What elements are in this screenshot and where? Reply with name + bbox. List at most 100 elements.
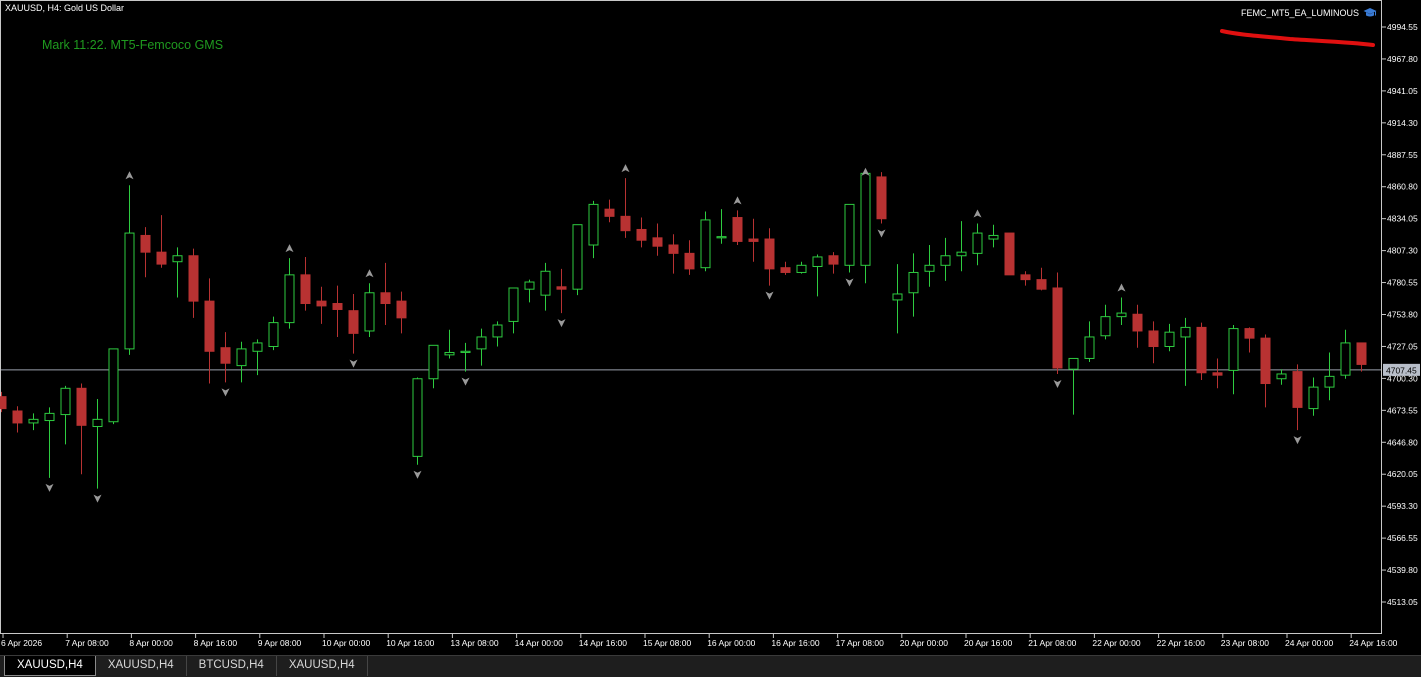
bearish-candle-body (1004, 232, 1015, 276)
bullish-candle-body (508, 287, 519, 322)
candle (188, 248, 199, 318)
candle (236, 341, 247, 383)
candle (828, 252, 839, 274)
bullish-candle-body (956, 251, 967, 257)
bullish-candle-body (940, 255, 951, 266)
candle (1340, 329, 1351, 379)
bearish-candle-body (1036, 279, 1047, 290)
chart-tab[interactable]: XAUUSD,H4 (277, 656, 368, 676)
y-axis-tick-label: 4967.80 (1387, 54, 1418, 64)
fractal-up-arrow (733, 196, 742, 205)
bullish-candle-body (1340, 342, 1351, 376)
candle (668, 234, 679, 274)
bullish-candle-body (428, 344, 439, 380)
bullish-candle-body (908, 271, 919, 294)
bearish-candle-body (556, 286, 567, 290)
chart-tab[interactable]: XAUUSD,H4 (96, 656, 187, 676)
y-axis-tick-label: 4834.05 (1387, 214, 1418, 224)
x-axis-tick-label: 16 Apr 00:00 (707, 638, 755, 648)
candle (1036, 267, 1047, 291)
candle (684, 240, 695, 275)
expert-advisor-name: FEMC_MT5_EA_LUMINOUS (1240, 7, 1359, 18)
bullish-candle-body (252, 342, 263, 352)
bullish-candle-body (1084, 336, 1095, 359)
candle (332, 285, 343, 337)
bearish-candle-body (188, 255, 199, 302)
bearish-candle-body (0, 396, 7, 410)
bearish-candle-body (876, 176, 887, 220)
candle (76, 383, 87, 475)
bearish-candle-body (332, 303, 343, 310)
bearish-candle-body (204, 300, 215, 352)
bullish-candle-body (1324, 375, 1335, 388)
fractal-up-arrow (285, 244, 294, 253)
candle (412, 377, 423, 465)
fractal-up-arrow (973, 209, 982, 218)
candle (1212, 358, 1223, 389)
candle (780, 261, 791, 275)
x-axis-tick-label: 6 Apr 2026 (1, 638, 42, 648)
candle (1100, 304, 1111, 340)
x-axis-tick-label: 24 Apr 16:00 (1349, 638, 1397, 648)
x-axis-tick-label: 14 Apr 16:00 (579, 638, 627, 648)
candle (716, 209, 727, 244)
x-axis-tick-label: 24 Apr 00:00 (1285, 638, 1333, 648)
candle (652, 223, 663, 256)
chart-tab[interactable]: BTCUSD,H4 (187, 656, 277, 676)
bullish-candle-body (28, 418, 39, 424)
candle (508, 287, 519, 334)
bullish-candle-body (1308, 386, 1319, 410)
bearish-candle-body (684, 252, 695, 270)
candle (460, 342, 471, 372)
bearish-candle-body (316, 300, 327, 307)
chart-window[interactable]: 4994.55 4967.80 4941.05 4914.30 4887.55 4860.… (0, 0, 1421, 655)
candle (1068, 357, 1079, 415)
bullish-candle-body (172, 255, 183, 263)
fractal-down-arrow (1053, 379, 1062, 388)
bearish-candle-body (140, 234, 151, 253)
candle (524, 279, 535, 303)
candle (172, 247, 183, 298)
x-axis-tick-label: 7 Apr 08:00 (65, 638, 109, 648)
graduation-cap-icon[interactable] (1363, 7, 1377, 18)
bullish-candle-body (1100, 316, 1111, 337)
y-axis-tick-label: 4673.55 (1387, 405, 1418, 415)
y-axis-tick-label: 4914.30 (1387, 118, 1418, 128)
current-price-label: 4707.45 (1386, 365, 1417, 375)
price-chart[interactable]: 4994.55 4967.80 4941.05 4914.30 4887.55 4860.… (0, 0, 1421, 655)
fractal-up-arrow (1117, 283, 1126, 292)
bullish-candle-body (812, 256, 823, 267)
candle (924, 244, 935, 287)
bearish-candle-body (732, 217, 743, 242)
candle (1276, 369, 1287, 385)
bearish-candle-body (1052, 287, 1063, 369)
candle (140, 227, 151, 278)
bullish-candle-body (60, 387, 71, 416)
bearish-candle-body (12, 410, 23, 424)
red-annotation-stroke (1220, 29, 1375, 47)
expert-advisor-label[interactable]: FEMC_MT5_EA_LUMINOUS (1241, 7, 1377, 18)
candle (476, 328, 487, 366)
bullish-candle-body (796, 264, 807, 273)
chart-tab-bar: XAUUSD,H4 XAUUSD,H4 BTCUSD,H4 XAUUSD,H4 (0, 655, 1421, 677)
candle (204, 278, 215, 384)
candle (748, 218, 759, 262)
bearish-candle-body (380, 292, 391, 305)
fractal-down-arrow (221, 388, 230, 397)
chart-tab[interactable]: XAUUSD,H4 (4, 656, 96, 676)
bullish-candle-body (364, 292, 375, 332)
y-axis-tick-label: 4753.80 (1387, 310, 1418, 320)
candle (396, 291, 407, 334)
candle (556, 268, 567, 314)
bearish-candle-body (828, 255, 839, 265)
fractal-up-arrow (621, 164, 630, 173)
candle (60, 385, 71, 445)
candle (156, 215, 167, 268)
candle (1180, 317, 1191, 386)
fractal-down-arrow (413, 470, 422, 479)
bearish-candle-body (396, 300, 407, 319)
y-axis-tick-label: 4887.55 (1387, 150, 1418, 160)
bearish-candle-body (780, 267, 791, 273)
bullish-candle-body (924, 264, 935, 272)
bullish-candle-body (716, 236, 727, 239)
